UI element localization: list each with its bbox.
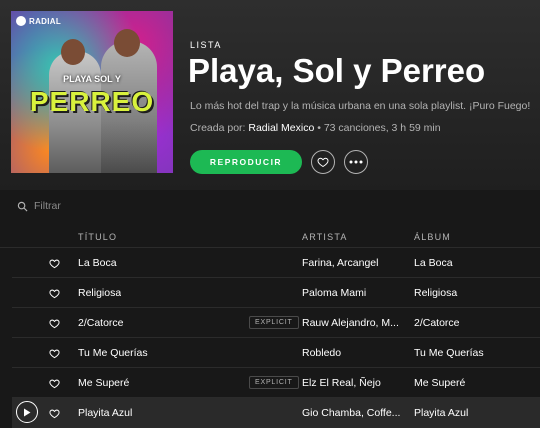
owner-link[interactable]: Radial Mexico [248,122,314,134]
track-album[interactable]: Tu Me Querías [414,347,540,359]
playlist-cover: RADIAL PLAYA SOL Y PERREO [11,11,173,173]
track-like-button[interactable] [49,286,60,304]
cover-brand-text: RADIAL [29,16,62,26]
heart-outline-icon [49,409,60,419]
track-title[interactable]: Religiosa [78,287,121,299]
created-by-label: Creada por: [190,122,246,134]
track-row[interactable]: Me Superé EXPLICIT Elz El Real, Ñejo Me Sup… [12,368,540,398]
track-artist[interactable]: Gio Chamba, Coffe... [302,407,406,419]
track-like-button[interactable] [49,256,60,274]
cover-subtitle: PLAYA SOL Y [63,74,121,84]
track-title[interactable]: Tu Me Querías [78,347,148,359]
column-artist-header[interactable]: ARTISTA [302,232,348,242]
track-like-button[interactable] [49,346,60,364]
track-row[interactable]: Playita Azul Gio Chamba, Coffe... Playita … [12,398,540,428]
track-album[interactable]: La Boca [414,257,540,269]
playlist-title: Playa, Sol y Perreo [188,52,486,89]
track-row[interactable]: Religiosa Paloma Mami Religiosa [12,278,540,308]
track-like-button[interactable] [49,376,60,394]
track-row[interactable]: Tu Me Querías Robledo Tu Me Querías [12,338,540,368]
playlist-kind: LISTA [190,40,222,50]
track-artist[interactable]: Farina, Arcangel [302,257,406,269]
track-album[interactable]: Religiosa [414,287,540,299]
play-icon [24,408,31,416]
track-album[interactable]: Playita Azul [414,407,540,419]
cover-brand: RADIAL [16,16,61,26]
track-row[interactable]: La Boca Farina, Arcangel La Boca [12,248,540,278]
cover-big-title: PERREO [29,86,155,117]
play-button[interactable]: REPRODUCIR [190,150,302,174]
ellipsis-icon [349,160,363,164]
filter-box[interactable]: Filtrar [17,200,61,212]
track-artist[interactable]: Robledo [302,347,406,359]
track-row[interactable]: 2/Catorce EXPLICIT Rauw Alejandro, M... 2/C… [12,308,540,338]
column-title-header[interactable]: TÍTULO [78,232,117,242]
playlist-header: RADIAL PLAYA SOL Y PERREO LISTA Playa, S… [0,0,540,190]
track-table-header: TÍTULO ARTISTA ÁLBUM [0,228,540,248]
heart-outline-icon [49,289,60,299]
cover-figure-right-head [114,29,140,57]
track-like-button[interactable] [49,406,60,424]
playlist-stats: • 73 canciones, 3 h 59 min [314,122,441,134]
playlist-description: Lo más hot del trap y la música urbana e… [190,100,531,112]
search-icon [17,201,28,211]
like-button[interactable] [311,150,335,174]
track-artist[interactable]: Rauw Alejandro, M... [302,317,406,329]
radial-logo-icon [16,16,26,26]
heart-outline-icon [49,259,60,269]
track-like-button[interactable] [49,316,60,334]
explicit-badge: EXPLICIT [249,376,299,389]
track-album[interactable]: 2/Catorce [414,317,540,329]
filter-input[interactable]: Filtrar [34,200,61,212]
track-artist[interactable]: Paloma Mami [302,287,406,299]
heart-outline-icon [49,319,60,329]
track-title[interactable]: Playita Azul [78,407,132,419]
more-options-button[interactable] [344,150,368,174]
track-play-button[interactable] [16,401,38,423]
track-title[interactable]: La Boca [78,257,117,269]
heart-outline-icon [49,349,60,359]
heart-outline-icon [49,379,60,389]
track-title[interactable]: Me Superé [78,377,129,389]
heart-outline-icon [317,157,329,168]
playlist-meta: Creada por: Radial Mexico • 73 canciones… [190,122,441,134]
column-album-header[interactable]: ÁLBUM [414,232,451,242]
explicit-badge: EXPLICIT [249,316,299,329]
track-album[interactable]: Me Superé [414,377,540,389]
cover-figure-left-head [61,39,85,65]
track-artist[interactable]: Elz El Real, Ñejo [302,377,406,389]
track-title[interactable]: 2/Catorce [78,317,124,329]
